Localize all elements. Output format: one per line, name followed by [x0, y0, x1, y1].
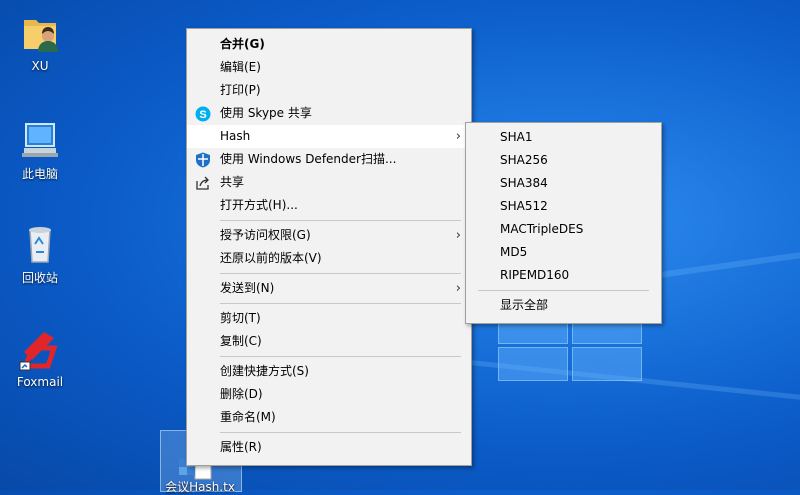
context-menu: 合并(G) 编辑(E) 打印(P) S 使用 Skype 共享 Hash › 使…: [186, 28, 472, 466]
menu-item-delete[interactable]: 删除(D): [187, 383, 471, 406]
menu-item-skype-share[interactable]: S 使用 Skype 共享: [187, 102, 471, 125]
menu-item-send-to[interactable]: 发送到(N) ›: [187, 277, 471, 300]
submenu-item-sha256[interactable]: SHA256: [466, 149, 661, 172]
submenu-item-show-all[interactable]: 显示全部: [466, 294, 661, 317]
menu-item-share[interactable]: 共享: [187, 171, 471, 194]
windows-defender-icon: [195, 152, 211, 168]
menu-item-hash[interactable]: Hash ›: [187, 125, 471, 148]
menu-item-rename[interactable]: 重命名(M): [187, 406, 471, 429]
user-folder-icon: [18, 12, 62, 56]
menu-item-defender-scan[interactable]: 使用 Windows Defender扫描...: [187, 148, 471, 171]
menu-item-print[interactable]: 打印(P): [187, 79, 471, 102]
menu-item-open-with[interactable]: 打开方式(H)...: [187, 194, 471, 217]
menu-item-cut[interactable]: 剪切(T): [187, 307, 471, 330]
menu-item-copy[interactable]: 复制(C): [187, 330, 471, 353]
share-icon: [195, 175, 211, 191]
desktop-icon-this-pc[interactable]: 此电脑: [5, 118, 75, 182]
menu-separator: [220, 303, 461, 304]
desktop-icon-label: 此电脑: [21, 167, 58, 181]
submenu-item-ripemd160[interactable]: RIPEMD160: [466, 264, 661, 287]
desktop-icon-label: 回收站: [21, 271, 58, 285]
chevron-right-icon: ›: [455, 129, 461, 144]
submenu-item-md5[interactable]: MD5: [466, 241, 661, 264]
desktop-icon-recycle-bin[interactable]: 回收站: [5, 222, 75, 286]
chevron-right-icon: ›: [455, 281, 461, 296]
menu-item-merge[interactable]: 合并(G): [187, 33, 471, 56]
submenu-item-mactripledes[interactable]: MACTripleDES: [466, 218, 661, 241]
menu-separator: [478, 290, 649, 291]
menu-item-properties[interactable]: 属性(R): [187, 436, 471, 459]
menu-separator: [220, 432, 461, 433]
menu-separator: [220, 220, 461, 221]
submenu-item-sha512[interactable]: SHA512: [466, 195, 661, 218]
recycle-bin-icon: [18, 222, 62, 266]
hash-submenu: SHA1 SHA256 SHA384 SHA512 MACTripleDES M…: [465, 122, 662, 324]
computer-icon: [18, 118, 62, 162]
submenu-item-sha1[interactable]: SHA1: [466, 126, 661, 149]
menu-item-restore-versions[interactable]: 还原以前的版本(V): [187, 247, 471, 270]
skype-icon: S: [195, 106, 211, 122]
desktop-icon-foxmail[interactable]: Foxmail: [5, 328, 75, 389]
menu-item-give-access[interactable]: 授予访问权限(G) ›: [187, 224, 471, 247]
svg-text:S: S: [199, 109, 206, 121]
selected-file-label: 会议Hash.tx: [165, 480, 235, 494]
chevron-right-icon: ›: [455, 228, 461, 243]
menu-item-edit[interactable]: 编辑(E): [187, 56, 471, 79]
menu-item-create-shortcut[interactable]: 创建快捷方式(S): [187, 360, 471, 383]
desktop-icon-label: XU: [31, 59, 49, 73]
submenu-item-sha384[interactable]: SHA384: [466, 172, 661, 195]
foxmail-icon: [18, 328, 62, 372]
desktop-icon-label: Foxmail: [16, 375, 64, 389]
menu-separator: [220, 356, 461, 357]
desktop-icon-user[interactable]: XU: [5, 12, 75, 73]
menu-separator: [220, 273, 461, 274]
